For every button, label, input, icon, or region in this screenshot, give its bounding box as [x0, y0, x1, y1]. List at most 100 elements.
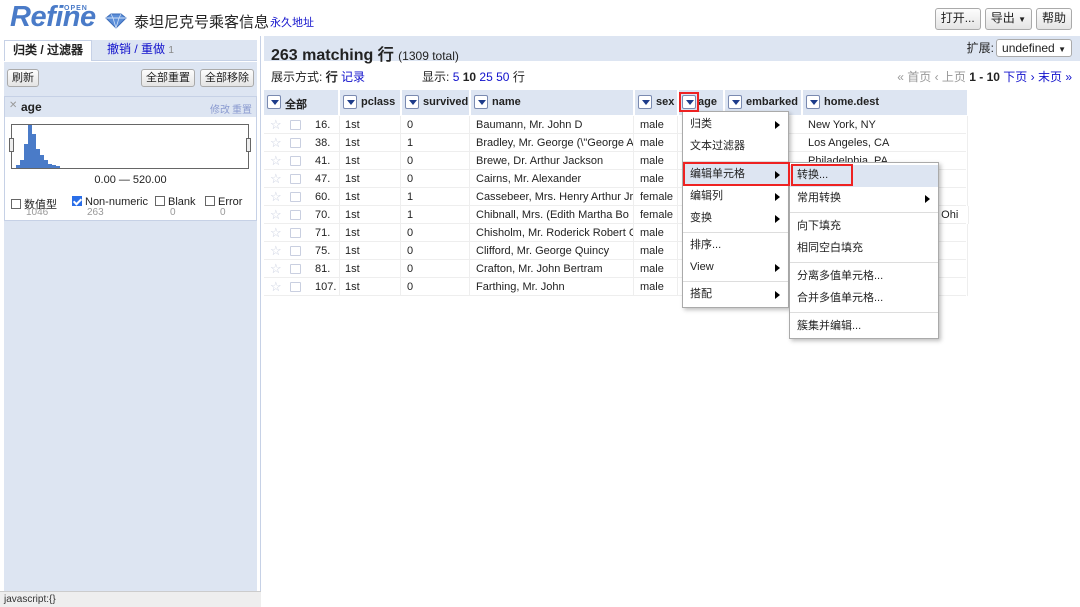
- checkbox[interactable]: [155, 196, 165, 206]
- facet-reset-link[interactable]: 重置: [232, 101, 252, 116]
- cell-pclass[interactable]: 1st: [340, 188, 401, 206]
- star-icon[interactable]: ☆: [270, 278, 282, 296]
- choice-blank[interactable]: Blank 0: [155, 196, 196, 218]
- menu-item-fill-down[interactable]: 向下填充: [790, 216, 938, 238]
- col-all-header[interactable]: 全部: [264, 90, 339, 115]
- cell-sex[interactable]: male: [635, 170, 678, 188]
- choice-error[interactable]: Error 0: [205, 196, 242, 218]
- flag-icon[interactable]: [290, 138, 301, 148]
- range-handle-left[interactable]: [9, 138, 14, 152]
- col-pclass-header[interactable]: pclass: [340, 90, 401, 115]
- col-survived-header[interactable]: survived: [402, 90, 470, 115]
- flag-icon[interactable]: [290, 210, 301, 220]
- choice-non-numeric[interactable]: Non-numeric 263: [72, 196, 148, 218]
- tab-facets-filters[interactable]: 归类 / 过滤器: [4, 40, 93, 61]
- cell-name[interactable]: Chisholm, Mr. Roderick Robert C: [471, 224, 634, 242]
- reset-all-button[interactable]: 全部重置: [141, 69, 195, 87]
- star-icon[interactable]: ☆: [270, 224, 282, 242]
- flag-icon[interactable]: [290, 228, 301, 238]
- menu-item-facet[interactable]: 归类: [683, 114, 788, 136]
- cell-survived[interactable]: 0: [402, 170, 470, 188]
- checkbox-checked[interactable]: [72, 196, 82, 206]
- column-dropdown-icon[interactable]: [474, 95, 488, 109]
- flag-icon[interactable]: [290, 174, 301, 184]
- export-button[interactable]: 导出 ▼: [984, 8, 1032, 30]
- cell-survived[interactable]: 0: [402, 152, 470, 170]
- col-name-header[interactable]: name: [471, 90, 634, 115]
- view-records-link[interactable]: 记录: [341, 70, 365, 84]
- cell-sex[interactable]: male: [635, 116, 678, 134]
- cell-pclass[interactable]: 1st: [340, 278, 401, 296]
- flag-icon[interactable]: [290, 120, 301, 130]
- star-icon[interactable]: ☆: [270, 116, 282, 134]
- menu-item-sort[interactable]: 排序...: [683, 235, 788, 257]
- help-button[interactable]: 帮助: [1035, 8, 1072, 30]
- menu-item-join-multi-valued[interactable]: 合并多值单元格...: [790, 288, 938, 310]
- cell-name[interactable]: Chibnall, Mrs. (Edith Martha Bo: [471, 206, 634, 224]
- page-size-50[interactable]: 50: [496, 70, 509, 84]
- cell-name[interactable]: Farthing, Mr. John: [471, 278, 634, 296]
- menu-item-transpose[interactable]: 变换: [683, 208, 788, 230]
- cell-pclass[interactable]: 1st: [340, 224, 401, 242]
- cell-sex[interactable]: male: [635, 152, 678, 170]
- tab-undo-redo[interactable]: 撤销 / 重做 1: [99, 40, 182, 61]
- cell-survived[interactable]: 0: [402, 224, 470, 242]
- cell-pclass[interactable]: 1st: [340, 116, 401, 134]
- histogram[interactable]: [9, 124, 251, 169]
- star-icon[interactable]: ☆: [270, 134, 282, 152]
- star-icon[interactable]: ☆: [270, 242, 282, 260]
- cell-survived[interactable]: 0: [402, 242, 470, 260]
- choice-numeric[interactable]: 数值型 1046: [11, 196, 57, 218]
- cell-name[interactable]: Cairns, Mr. Alexander: [471, 170, 634, 188]
- cell-name[interactable]: Clifford, Mr. George Quincy: [471, 242, 634, 260]
- cell-home[interactable]: New York, NY: [803, 116, 968, 134]
- column-dropdown-icon[interactable]: [343, 95, 357, 109]
- flag-icon[interactable]: [290, 246, 301, 256]
- cell-name[interactable]: Cassebeer, Mrs. Henry Arthur Jr: [471, 188, 634, 206]
- project-title[interactable]: 泰坦尼克号乘客信息: [134, 11, 269, 32]
- close-icon[interactable]: ✕: [9, 100, 17, 111]
- flag-icon[interactable]: [290, 192, 301, 202]
- column-dropdown-icon[interactable]: [405, 95, 419, 109]
- column-dropdown-icon[interactable]: [806, 95, 820, 109]
- refresh-button[interactable]: 刷新: [7, 69, 39, 87]
- cell-survived[interactable]: 0: [402, 260, 470, 278]
- menu-item-edit-column[interactable]: 编辑列: [683, 186, 788, 208]
- cell-name[interactable]: Baumann, Mr. John D: [471, 116, 634, 134]
- page-size-5[interactable]: 5: [453, 70, 460, 84]
- cell-pclass[interactable]: 1st: [340, 152, 401, 170]
- extend-select[interactable]: undefined ▼: [996, 39, 1072, 57]
- flag-icon[interactable]: [290, 264, 301, 274]
- cell-pclass[interactable]: 1st: [340, 242, 401, 260]
- cell-survived[interactable]: 0: [402, 116, 470, 134]
- cell-survived[interactable]: 0: [402, 278, 470, 296]
- facet-edit-link[interactable]: 修改: [210, 101, 230, 116]
- cell-pclass[interactable]: 1st: [340, 134, 401, 152]
- cell-sex[interactable]: male: [635, 260, 678, 278]
- checkbox[interactable]: [11, 199, 21, 209]
- open-button[interactable]: 打开...: [934, 8, 981, 30]
- star-icon[interactable]: ☆: [270, 206, 282, 224]
- menu-item-cluster-edit[interactable]: 簇集并编辑...: [790, 316, 938, 338]
- pager-last[interactable]: 末页 »: [1038, 70, 1072, 84]
- cell-pclass[interactable]: 1st: [340, 206, 401, 224]
- menu-item-reconcile[interactable]: 搭配: [683, 284, 788, 306]
- page-size-25[interactable]: 25: [479, 70, 492, 84]
- column-dropdown-icon[interactable]: [728, 95, 742, 109]
- cell-sex[interactable]: male: [635, 242, 678, 260]
- cell-home[interactable]: Los Angeles, CA: [803, 134, 968, 152]
- col-home-dest-header[interactable]: home.dest: [803, 90, 968, 115]
- column-dropdown-icon[interactable]: [267, 95, 281, 109]
- cell-name[interactable]: Crafton, Mr. John Bertram: [471, 260, 634, 278]
- pager-next[interactable]: 下页 ›: [1003, 70, 1034, 84]
- column-dropdown-icon[interactable]: [638, 95, 652, 109]
- remove-all-button[interactable]: 全部移除: [200, 69, 254, 87]
- openrefine-logo[interactable]: Refine OPEN: [8, 1, 127, 33]
- flag-icon[interactable]: [290, 156, 301, 166]
- col-sex-header[interactable]: sex: [635, 90, 678, 115]
- cell-sex[interactable]: male: [635, 134, 678, 152]
- cell-sex[interactable]: female: [635, 206, 678, 224]
- flag-icon[interactable]: [290, 282, 301, 292]
- cell-survived[interactable]: 1: [402, 134, 470, 152]
- cell-name[interactable]: Bradley, Mr. George (\"George Ar: [471, 134, 634, 152]
